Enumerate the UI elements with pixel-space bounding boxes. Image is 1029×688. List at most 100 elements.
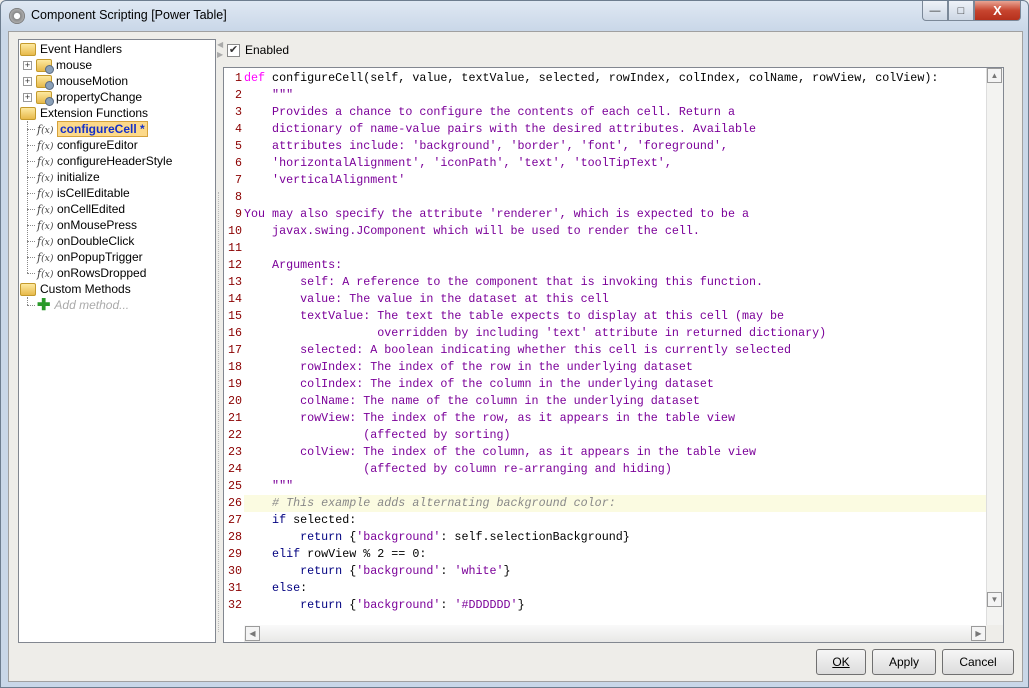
line-number: 14 (224, 291, 242, 308)
code-line[interactable]: value: The value in the dataset at this … (244, 291, 987, 308)
tree-node-event-propertyChange[interactable]: +propertyChange (23, 89, 142, 105)
tree-node-event-handlers[interactable]: Event Handlers (20, 41, 122, 57)
code-line[interactable]: """ (244, 87, 987, 104)
tree-node-function[interactable]: f(x)onDoubleClick (37, 233, 134, 249)
code-line[interactable]: (affected by sorting) (244, 427, 987, 444)
folder-gear-icon (36, 91, 52, 104)
code-line[interactable]: selected: A boolean indicating whether t… (244, 342, 987, 359)
code-token: { (342, 598, 356, 612)
add-icon: ✚ (37, 295, 50, 315)
code-line[interactable]: textValue: The text the table expects to… (244, 308, 987, 325)
close-button[interactable]: X (974, 1, 1021, 21)
code-line[interactable]: elif rowView % 2 == 0: (244, 546, 987, 563)
tree-node-function[interactable]: f(x)onCellEdited (37, 201, 125, 217)
code-line[interactable] (244, 240, 987, 257)
code-line[interactable]: attributes include: 'background', 'borde… (244, 138, 987, 155)
tree-node-function[interactable]: f(x)onRowsDropped (37, 265, 146, 281)
expand-icon[interactable]: + (23, 77, 32, 86)
line-number-gutter: 1234567891011121314151617181920212223242… (224, 68, 244, 625)
code-line[interactable]: return {'background': 'white'} (244, 563, 987, 580)
split-pane-divider[interactable] (218, 192, 220, 632)
code-token: self: A reference to the component that … (244, 275, 763, 289)
code-line[interactable]: """ (244, 478, 987, 495)
line-number: 11 (224, 240, 242, 257)
tree-label: Custom Methods (40, 282, 131, 296)
code-editor[interactable]: 1234567891011121314151617181920212223242… (223, 67, 1004, 643)
code-line[interactable]: rowIndex: The index of the row in the un… (244, 359, 987, 376)
line-number: 6 (224, 155, 242, 172)
code-line[interactable]: def configureCell(self, value, textValue… (244, 70, 987, 87)
vertical-scrollbar[interactable]: ▲ ▼ (986, 68, 1003, 625)
enabled-label: Enabled (245, 43, 289, 57)
line-number: 17 (224, 342, 242, 359)
checkbox-icon[interactable]: ✔ (227, 44, 240, 57)
code-token: 'white' (454, 564, 503, 578)
code-token: } (504, 564, 511, 578)
line-number: 23 (224, 444, 242, 461)
tree-node-extension-functions[interactable]: Extension Functions (20, 105, 148, 121)
code-line[interactable]: Provides a chance to configure the conte… (244, 104, 987, 121)
code-line[interactable]: colName: The name of the column in the u… (244, 393, 987, 410)
line-number: 18 (224, 359, 242, 376)
code-line[interactable]: (affected by column re-arranging and hid… (244, 461, 987, 478)
ok-button[interactable]: OK (816, 649, 866, 675)
code-line[interactable]: Arguments: (244, 257, 987, 274)
horizontal-scrollbar[interactable]: ◀ ▶ (244, 625, 987, 642)
tree-label: configureEditor (57, 138, 138, 152)
tree-node-function[interactable]: f(x)initialize (37, 169, 100, 185)
code-token: : (440, 598, 454, 612)
code-line[interactable] (244, 189, 987, 206)
code-token: """ (244, 479, 293, 493)
apply-button[interactable]: Apply (872, 649, 936, 675)
expand-icon[interactable]: + (23, 93, 32, 102)
code-line[interactable]: dictionary of name-value pairs with the … (244, 121, 987, 138)
script-tree[interactable]: Event Handlers + mouse+mouseMotion+propert… (18, 39, 216, 643)
tree-node-event-mouseMotion[interactable]: +mouseMotion (23, 73, 128, 89)
tree-node-function[interactable]: f(x)onPopupTrigger (37, 249, 143, 265)
code-line[interactable]: javax.swing.JComponent which will be use… (244, 223, 987, 240)
code-line[interactable]: # This example adds alternating backgrou… (244, 495, 987, 512)
tree-label: onDoubleClick (57, 234, 134, 248)
code-line[interactable]: colView: The index of the column, as it … (244, 444, 987, 461)
code-line[interactable]: You may also specify the attribute 'rend… (244, 206, 987, 223)
code-token: def (244, 71, 265, 85)
cancel-button[interactable]: Cancel (942, 649, 1014, 675)
code-line[interactable]: self: A reference to the component that … (244, 274, 987, 291)
tree-node-function[interactable]: f(x)onMousePress (37, 217, 137, 233)
enabled-checkbox[interactable]: ✔ Enabled (227, 43, 289, 57)
tree-node-function[interactable]: f(x)isCellEditable (37, 185, 130, 201)
collapse-panel-arrows[interactable]: ◀▶ (217, 40, 223, 60)
expand-icon[interactable]: + (23, 61, 32, 70)
scroll-down-icon[interactable]: ▼ (987, 592, 1002, 607)
tree-node-function[interactable]: f(x)configureHeaderStyle (37, 153, 172, 169)
code-line[interactable]: 'verticalAlignment' (244, 172, 987, 189)
tree-label: isCellEditable (57, 186, 130, 200)
tree-label: Add method... (54, 298, 129, 312)
code-token: dictionary of name-value pairs with the … (244, 122, 756, 136)
code-token: colView: The index of the column, as it … (244, 445, 756, 459)
tree-label: mouse (56, 58, 92, 72)
scroll-up-icon[interactable]: ▲ (987, 68, 1002, 83)
code-line[interactable]: overridden by including 'text' attribute… (244, 325, 987, 342)
tree-node-event-mouse[interactable]: + mouse (23, 57, 92, 73)
line-number: 29 (224, 546, 242, 563)
code-line[interactable]: return {'background': self.selectionBack… (244, 529, 987, 546)
code-area[interactable]: def configureCell(self, value, textValue… (244, 68, 987, 625)
function-icon: f(x) (37, 267, 53, 280)
scroll-right-icon[interactable]: ▶ (971, 626, 986, 641)
code-line[interactable]: return {'background': '#DDDDDD'} (244, 597, 987, 614)
line-number: 19 (224, 376, 242, 393)
tree-node-function[interactable]: f(x)configureCell * (37, 121, 148, 137)
code-line[interactable]: 'horizontalAlignment', 'iconPath', 'text… (244, 155, 987, 172)
maximize-button[interactable]: □ (948, 1, 974, 21)
code-token: 'verticalAlignment' (244, 173, 405, 187)
add-method-item[interactable]: ✚ Add method... (37, 297, 129, 313)
code-line[interactable]: else: (244, 580, 987, 597)
function-icon: f(x) (37, 219, 53, 232)
tree-node-function[interactable]: f(x)configureEditor (37, 137, 138, 153)
code-line[interactable]: colIndex: The index of the column in the… (244, 376, 987, 393)
minimize-button[interactable]: — (922, 1, 948, 21)
code-line[interactable]: if selected: (244, 512, 987, 529)
scroll-left-icon[interactable]: ◀ (245, 626, 260, 641)
code-line[interactable]: rowView: The index of the row, as it app… (244, 410, 987, 427)
